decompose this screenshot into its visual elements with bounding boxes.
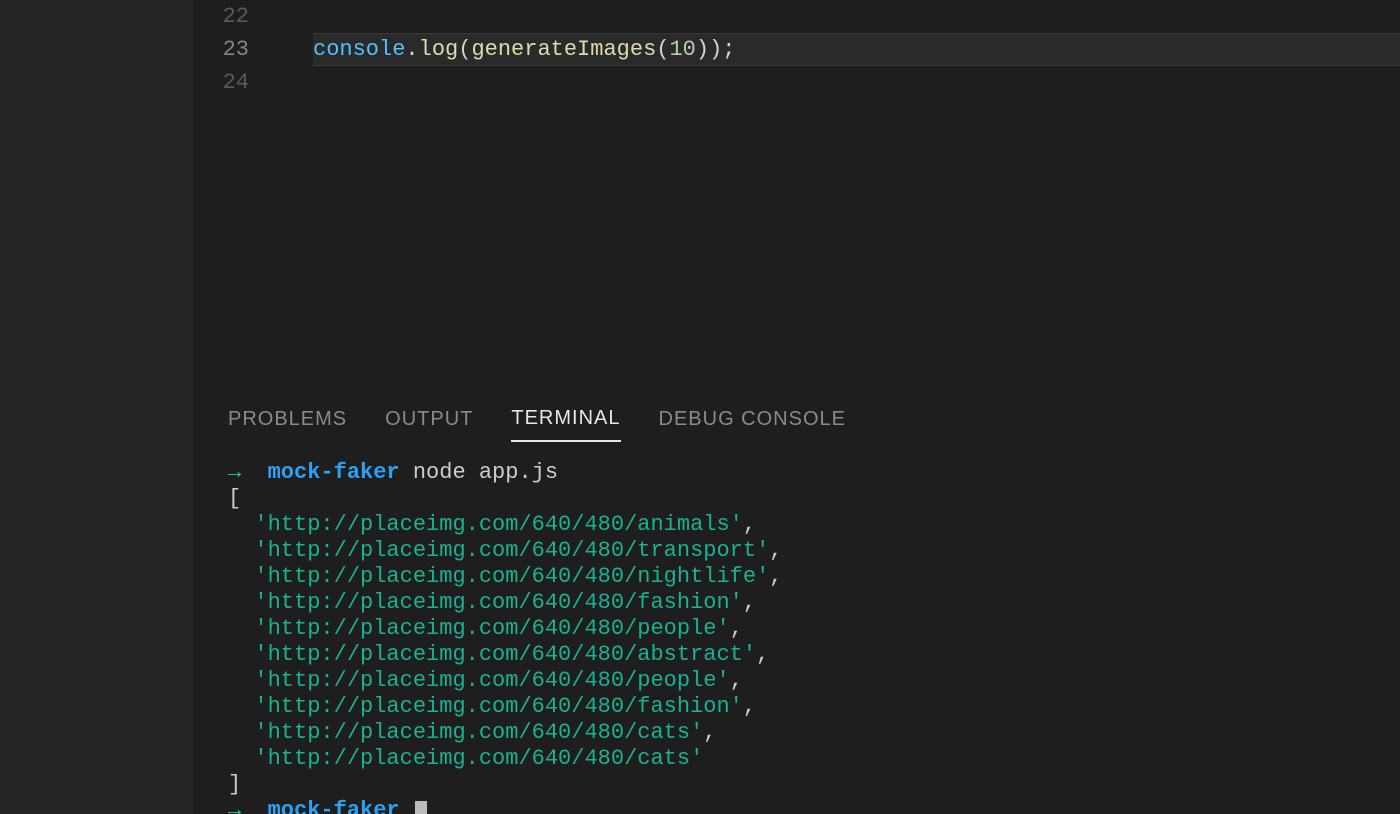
prompt-arrow-icon: →: [228, 460, 241, 485]
code-text[interactable]: console.log(generateImages(10));: [271, 37, 736, 62]
prompt-directory: mock-faker: [268, 460, 400, 485]
terminal-array-open: [: [228, 486, 1365, 512]
panel-tab-bar: PROBLEMS OUTPUT TERMINAL DEBUG CONSOLE: [228, 396, 1365, 442]
token-punct: (: [656, 37, 669, 62]
terminal-array-item: 'http://placeimg.com/640/480/nightlife',: [228, 564, 1365, 590]
terminal-array-item: 'http://placeimg.com/640/480/fashion',: [228, 694, 1365, 720]
prompt-directory: mock-faker: [268, 798, 400, 814]
terminal-string: 'http://placeimg.com/640/480/fashion': [254, 694, 742, 719]
code-editor[interactable]: 2223console.log(generateImages(10));24: [193, 0, 1400, 384]
terminal-array-item: 'http://placeimg.com/640/480/cats': [228, 746, 1365, 772]
terminal-cursor: [415, 801, 427, 814]
tab-debug[interactable]: DEBUG CONSOLE: [659, 396, 846, 442]
terminal-prompt-line: → mock-faker node app.js: [228, 460, 1365, 486]
terminal-command: node app.js: [413, 460, 558, 485]
app-root: 2223console.log(generateImages(10));24 P…: [0, 0, 1400, 814]
token-punct: .: [405, 37, 418, 62]
prompt-arrow-icon: →: [228, 798, 241, 814]
terminal-array-item: 'http://placeimg.com/640/480/transport',: [228, 538, 1365, 564]
token-obj: console: [313, 37, 405, 62]
code-line[interactable]: 23console.log(generateImages(10));: [193, 33, 1400, 66]
token-fn: log: [419, 37, 459, 62]
code-line[interactable]: 24: [193, 66, 1400, 99]
terminal-comma: ,: [756, 642, 769, 667]
terminal-comma: ,: [743, 590, 756, 615]
token-punct: ));: [696, 37, 736, 62]
terminal-comma: ,: [769, 564, 782, 589]
tab-output[interactable]: OUTPUT: [385, 396, 473, 442]
terminal-string: 'http://placeimg.com/640/480/cats': [254, 746, 703, 771]
terminal-prompt-line: → mock-faker: [228, 798, 1365, 814]
main-area: 2223console.log(generateImages(10));24 P…: [193, 0, 1400, 814]
line-number: 23: [193, 37, 271, 62]
terminal-comma: ,: [730, 616, 743, 641]
tab-problems[interactable]: PROBLEMS: [228, 396, 347, 442]
terminal-comma: ,: [769, 538, 782, 563]
token-fn: generateImages: [471, 37, 656, 62]
terminal-string: 'http://placeimg.com/640/480/abstract': [254, 642, 756, 667]
sidebar: [0, 0, 193, 814]
code-line[interactable]: 22: [193, 0, 1400, 33]
terminal-output[interactable]: → mock-faker node app.js[ 'http://placei…: [228, 442, 1365, 814]
terminal-comma: ,: [703, 720, 716, 745]
terminal-comma: ,: [730, 668, 743, 693]
line-number: 24: [193, 70, 271, 95]
terminal-array-item: 'http://placeimg.com/640/480/fashion',: [228, 590, 1365, 616]
terminal-array-item: 'http://placeimg.com/640/480/animals',: [228, 512, 1365, 538]
token-num: 10: [669, 37, 695, 62]
terminal-string: 'http://placeimg.com/640/480/nightlife': [254, 564, 769, 589]
terminal-string: 'http://placeimg.com/640/480/fashion': [254, 590, 742, 615]
line-number: 22: [193, 4, 271, 29]
terminal-comma: ,: [743, 694, 756, 719]
bottom-panel: PROBLEMS OUTPUT TERMINAL DEBUG CONSOLE → mo…: [193, 384, 1400, 814]
terminal-string: 'http://placeimg.com/640/480/people': [254, 668, 729, 693]
token-punct: (: [458, 37, 471, 62]
terminal-array-item: 'http://placeimg.com/640/480/people',: [228, 668, 1365, 694]
terminal-string: 'http://placeimg.com/640/480/people': [254, 616, 729, 641]
terminal-array-item: 'http://placeimg.com/640/480/cats',: [228, 720, 1365, 746]
terminal-string: 'http://placeimg.com/640/480/cats': [254, 720, 703, 745]
terminal-string: 'http://placeimg.com/640/480/animals': [254, 512, 742, 537]
terminal-array-item: 'http://placeimg.com/640/480/people',: [228, 616, 1365, 642]
terminal-comma: ,: [743, 512, 756, 537]
terminal-array-item: 'http://placeimg.com/640/480/abstract',: [228, 642, 1365, 668]
terminal-array-close: ]: [228, 772, 1365, 798]
terminal-string: 'http://placeimg.com/640/480/transport': [254, 538, 769, 563]
tab-terminal[interactable]: TERMINAL: [511, 396, 620, 442]
